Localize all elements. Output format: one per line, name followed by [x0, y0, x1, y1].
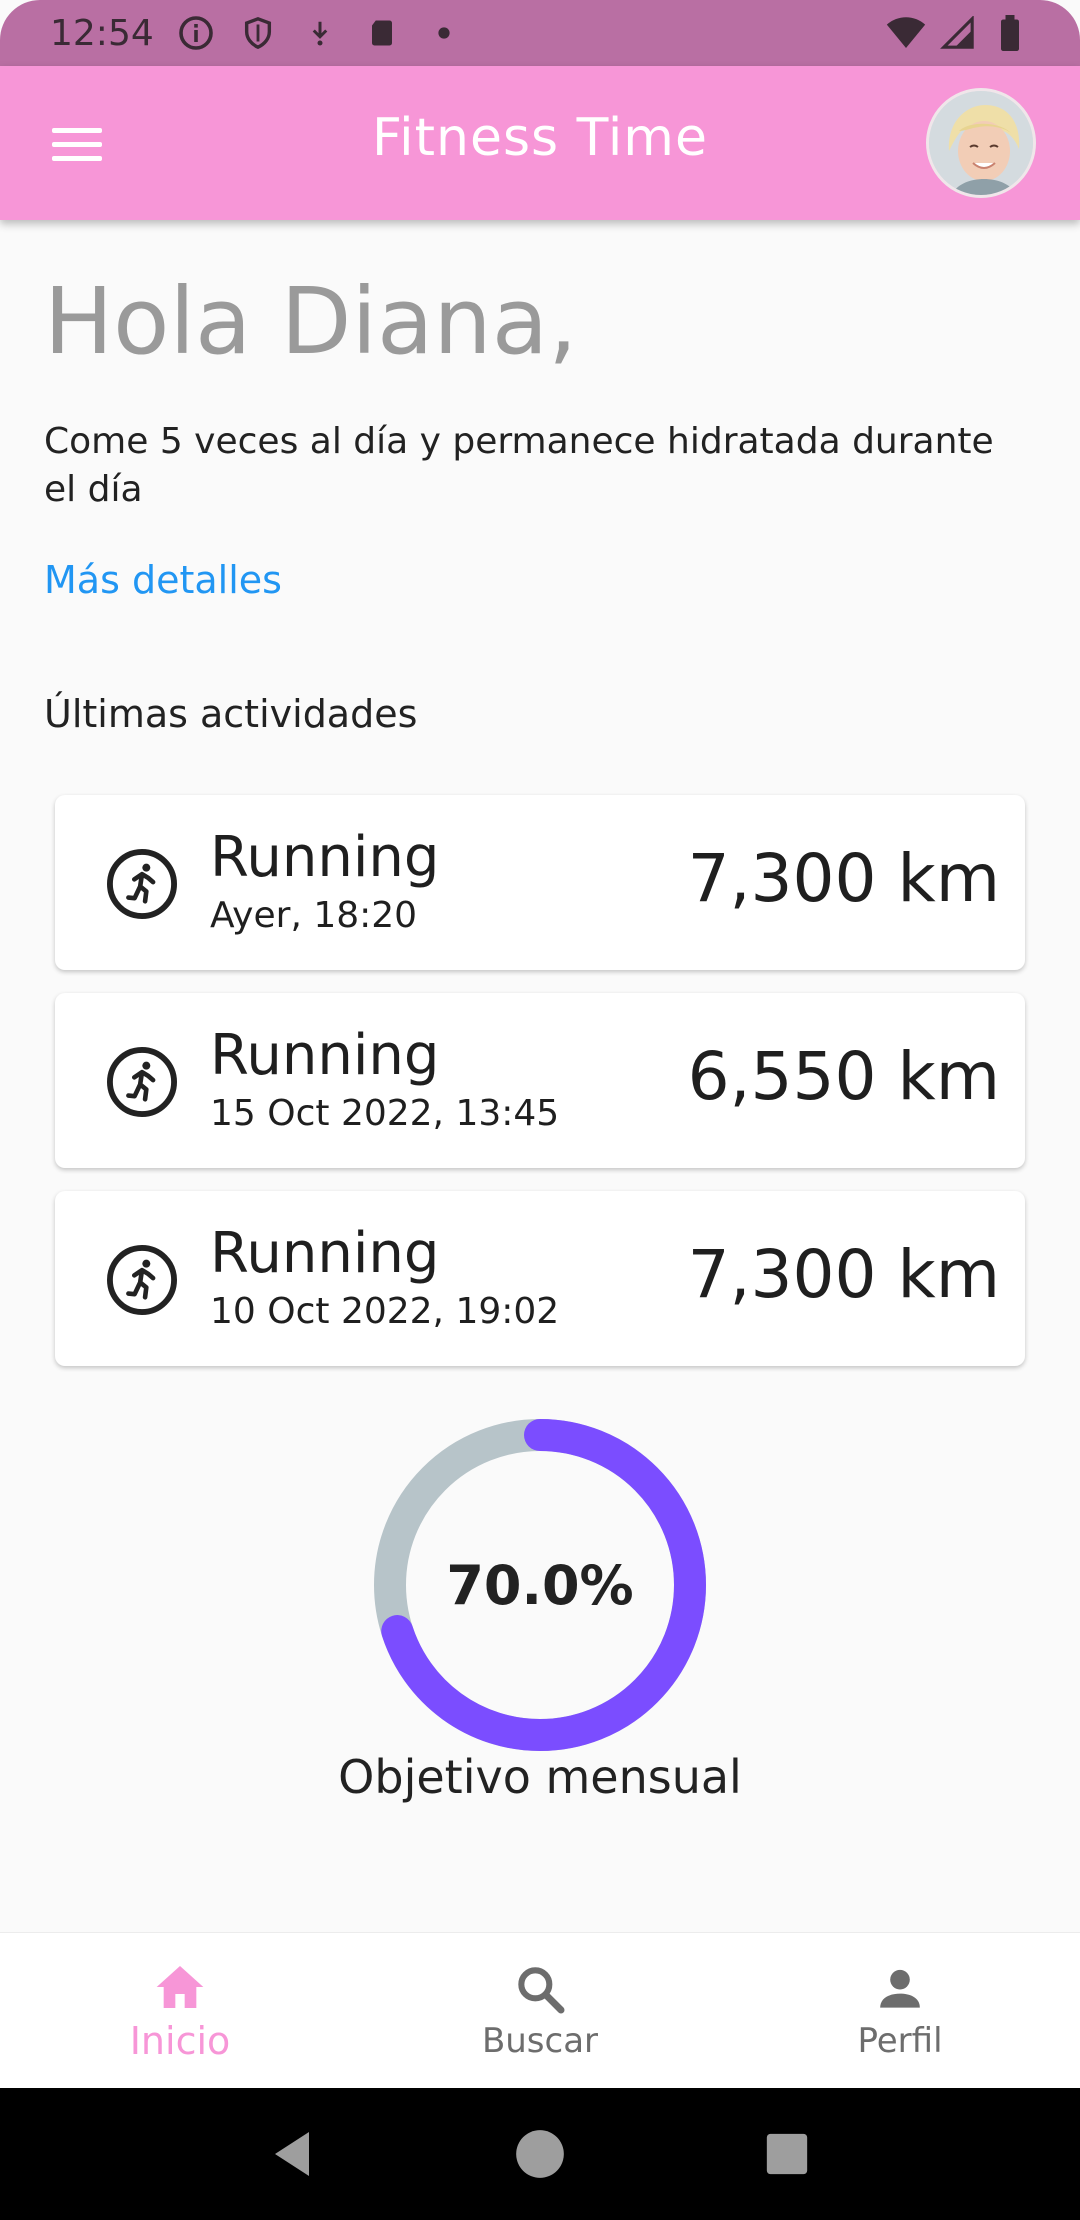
monthly-goal-ring: 70.0%	[370, 1415, 710, 1755]
activity-date: 15 Oct 2022, 13:45	[210, 1093, 560, 1134]
nav-label: Buscar	[481, 2020, 599, 2061]
nav-label: Perfil	[857, 2020, 943, 2061]
bottom-nav: Inicio Buscar Perfil	[0, 1932, 1080, 2088]
running-icon	[105, 1243, 179, 1317]
greeting-heading: Hola Diana,	[44, 268, 578, 375]
user-avatar[interactable]	[926, 88, 1036, 198]
system-nav-bar	[0, 2088, 1080, 2220]
app-title: Fitness Time	[372, 108, 708, 168]
activity-name: Running	[210, 1023, 440, 1088]
shield-icon	[238, 13, 278, 53]
signal-icon	[938, 13, 978, 53]
activity-date: Ayer, 18:20	[210, 895, 418, 936]
wifi-icon	[886, 13, 926, 53]
goal-percentage: 70.0%	[446, 1553, 634, 1617]
nav-item-inicio[interactable]: Inicio	[0, 1933, 360, 2088]
recent-activities-title: Últimas actividades	[44, 692, 418, 736]
more-details-link[interactable]: Más detalles	[44, 558, 282, 602]
back-icon[interactable]	[263, 2124, 323, 2184]
nav-label: Inicio	[129, 2018, 231, 2063]
activity-distance: 7,300 km	[687, 1236, 1000, 1313]
activity-name: Running	[210, 825, 440, 890]
activity-date: 10 Oct 2022, 19:02	[210, 1291, 560, 1332]
status-left: 12:54	[50, 13, 464, 54]
running-icon	[105, 1045, 179, 1119]
activity-distance: 7,300 km	[687, 840, 1000, 917]
status-time: 12:54	[50, 12, 154, 54]
download-icon	[300, 13, 340, 53]
daily-tip: Come 5 veces al día y permanece hidratad…	[44, 421, 994, 510]
running-icon	[105, 847, 179, 921]
activity-card[interactable]: Running 10 Oct 2022, 19:02 7,300 km	[55, 1191, 1025, 1366]
activity-distance: 6,550 km	[687, 1038, 1000, 1115]
activity-card[interactable]: Running Ayer, 18:20 7,300 km	[55, 795, 1025, 970]
home-icon	[156, 1965, 204, 2008]
goal-label: Objetivo mensual	[338, 1750, 742, 1804]
dot-icon	[424, 13, 464, 53]
home-circle-icon[interactable]	[510, 2124, 570, 2184]
nav-item-perfil[interactable]: Perfil	[720, 1933, 1080, 2088]
app-bar: Fitness Time	[0, 66, 1080, 220]
search-icon	[518, 1966, 565, 2013]
status-right	[886, 13, 1030, 53]
battery-icon	[990, 13, 1030, 53]
nav-item-buscar[interactable]: Buscar	[360, 1933, 720, 2088]
activity-name: Running	[210, 1221, 440, 1286]
info-icon	[176, 13, 216, 53]
sd-card-icon	[362, 13, 402, 53]
person-icon	[880, 1969, 920, 2008]
recents-icon[interactable]	[757, 2124, 817, 2184]
status-bar: 12:54	[0, 0, 1080, 66]
activity-card[interactable]: Running 15 Oct 2022, 13:45 6,550 km	[55, 993, 1025, 1168]
